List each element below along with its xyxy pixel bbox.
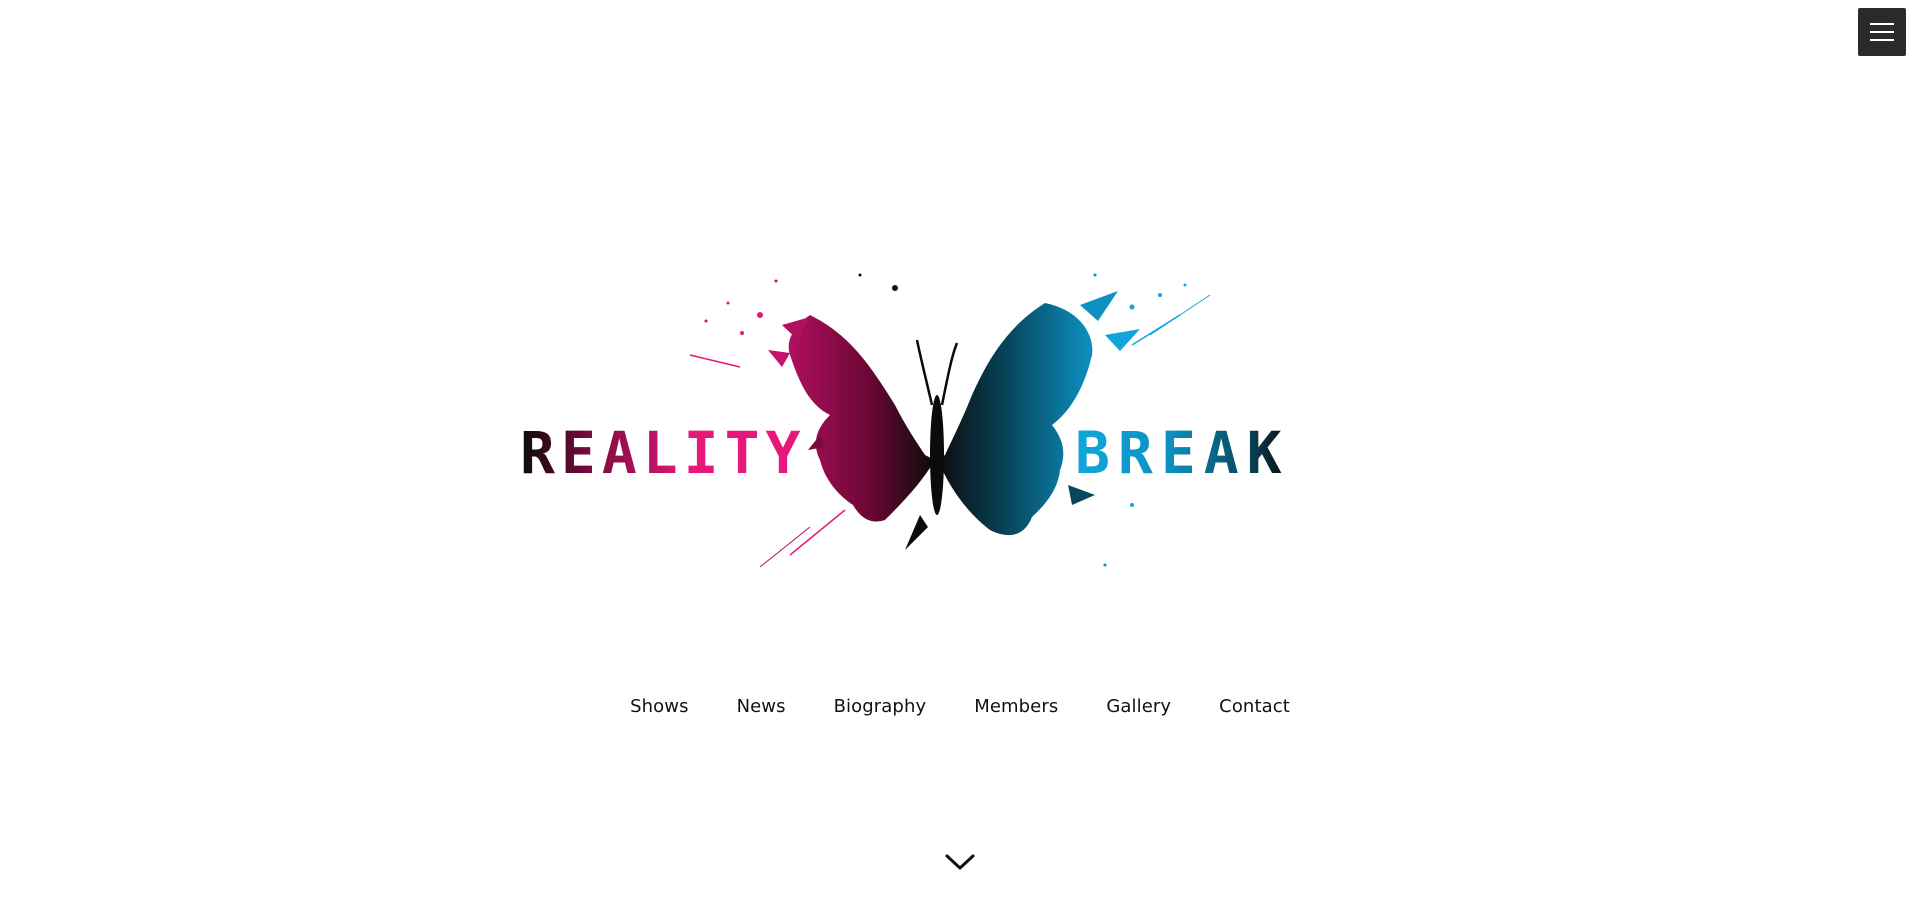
hamburger-menu-button[interactable] — [1858, 8, 1906, 56]
nav-item-gallery[interactable]: Gallery — [1106, 696, 1171, 717]
logo-text-right: BREAK — [1075, 419, 1290, 487]
hamburger-menu-icon — [1870, 23, 1894, 25]
nav-item-news[interactable]: News — [737, 696, 786, 717]
page: REALITY BREAK Shows News Biography Membe… — [0, 0, 1920, 919]
nav-item-biography[interactable]: Biography — [834, 696, 927, 717]
band-logo: REALITY BREAK — [520, 255, 1350, 635]
nav-item-shows[interactable]: Shows — [630, 696, 688, 717]
nav-item-contact[interactable]: Contact — [1219, 696, 1290, 717]
logo-text-left: REALITY — [520, 419, 806, 487]
nav-item-members[interactable]: Members — [974, 696, 1058, 717]
main-navigation: Shows News Biography Members Gallery Con… — [0, 696, 1920, 717]
logo-graphic: REALITY BREAK — [520, 273, 1290, 568]
chevron-down-icon — [945, 854, 975, 870]
scroll-down-button[interactable] — [944, 850, 976, 874]
